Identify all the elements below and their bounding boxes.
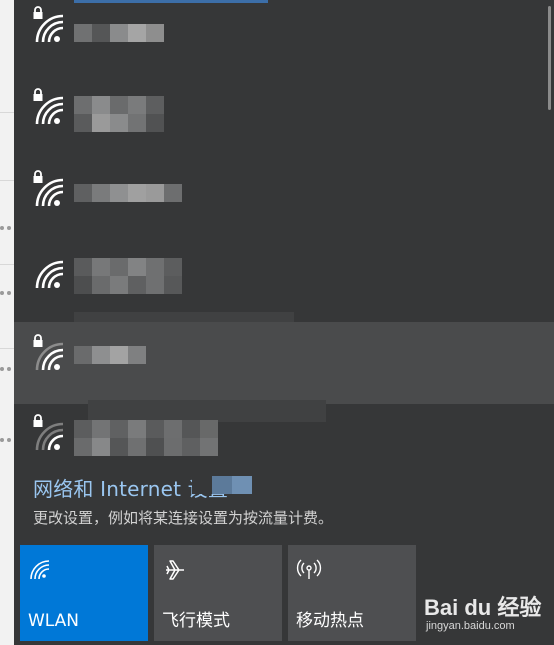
watermark-brand: Bai du 经验 — [424, 595, 542, 620]
mobile-hotspot-tile[interactable]: 移动热点 — [288, 545, 416, 641]
background-window — [0, 0, 14, 645]
wifi-signal-icon — [35, 178, 64, 207]
background-divider — [0, 348, 14, 349]
airplane-mode-tile[interactable]: 飞行模式 — [154, 545, 282, 641]
network-flyout: 网络和 Internet 设置 更改设置，例如将某连接设置为按流量计费。 WLA… — [14, 0, 554, 645]
network-item[interactable] — [14, 80, 554, 156]
background-divider — [0, 264, 14, 265]
network-name-redacted — [74, 184, 182, 202]
network-item[interactable] — [14, 244, 554, 320]
background-divider — [0, 112, 14, 113]
network-item[interactable] — [14, 0, 554, 76]
wifi-signal-icon — [35, 260, 64, 289]
airplane-mode-tile-label: 飞行模式 — [162, 611, 230, 631]
quick-action-tiles: WLAN 飞行模式 移动热点 — [20, 545, 416, 641]
background-ellipsis — [0, 367, 14, 373]
network-settings-description: 更改设置，例如将某连接设置为按流量计费。 — [33, 509, 334, 527]
network-name-redacted — [74, 96, 164, 132]
wlan-tile-label: WLAN — [28, 611, 80, 631]
background-divider — [0, 180, 14, 181]
hotspot-icon — [296, 559, 322, 579]
network-name-redacted — [74, 24, 164, 42]
background-ellipsis — [0, 438, 14, 444]
wifi-icon — [30, 560, 50, 580]
wifi-signal-icon — [35, 14, 64, 43]
mobile-hotspot-tile-label: 移动热点 — [296, 611, 364, 631]
network-name-redacted — [74, 258, 182, 294]
wifi-signal-icon — [35, 342, 64, 371]
network-item-selected[interactable] — [14, 322, 554, 404]
baidu-jingyan-watermark: Bai du 经验 jingyan.baidu.com — [424, 590, 552, 638]
wlan-tile[interactable]: WLAN — [20, 545, 148, 641]
network-item[interactable] — [14, 164, 554, 240]
wifi-signal-icon — [35, 96, 64, 125]
network-name-redacted — [74, 346, 146, 364]
background-ellipsis — [0, 291, 14, 297]
background-ellipsis — [0, 226, 14, 232]
wifi-signal-icon — [35, 422, 64, 451]
link-redaction — [192, 476, 252, 494]
airplane-icon — [166, 560, 184, 580]
watermark-url: jingyan.baidu.com — [426, 620, 515, 632]
network-name-redacted — [74, 420, 218, 456]
